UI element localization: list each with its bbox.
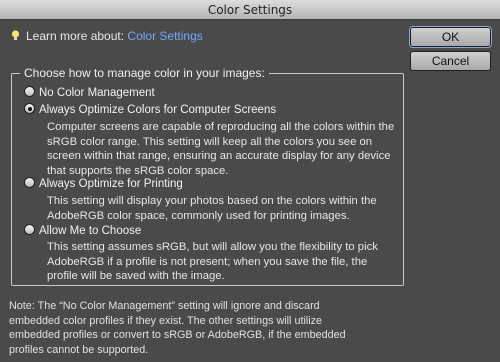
option-optimize-screens[interactable]: Always Optimize Colors for Computer Scre… (24, 103, 276, 116)
footer-note: Note: The “No Color Management” setting … (9, 300, 346, 356)
option-optimize-printing[interactable]: Always Optimize for Printing (24, 177, 183, 190)
radio-unselected-icon[interactable] (24, 177, 35, 188)
learn-more-label: Learn more about: (26, 29, 125, 43)
option-label: Always Optimize Colors for Computer Scre… (39, 104, 277, 116)
lightbulb-icon (11, 30, 20, 40)
option-description: This setting assumes sRGB, but will allo… (47, 241, 378, 282)
option-description: This setting will display your photos ba… (47, 195, 377, 222)
option-allow-me-to-choose[interactable]: Allow Me to Choose (24, 224, 141, 237)
option-label: No Color Management (39, 87, 155, 99)
group-legend: Choose how to manage color in your image… (20, 66, 269, 80)
radio-unselected-icon[interactable] (24, 86, 35, 97)
learn-more: Learn more about: Color Settings (11, 29, 203, 43)
radio-unselected-icon[interactable] (24, 224, 35, 235)
color-settings-help-link[interactable]: Color Settings (127, 29, 202, 43)
window-title: Color Settings (207, 3, 293, 17)
option-label: Always Optimize for Printing (39, 178, 183, 190)
cancel-button[interactable]: Cancel (410, 51, 491, 71)
title-bar: Color Settings (0, 0, 500, 20)
option-no-color-management[interactable]: No Color Management (24, 86, 155, 99)
radio-selected-icon[interactable] (24, 103, 35, 114)
ok-button[interactable]: OK (409, 26, 492, 48)
option-description: Computer screens are capable of reproduc… (47, 121, 395, 177)
option-label: Allow Me to Choose (39, 225, 142, 237)
